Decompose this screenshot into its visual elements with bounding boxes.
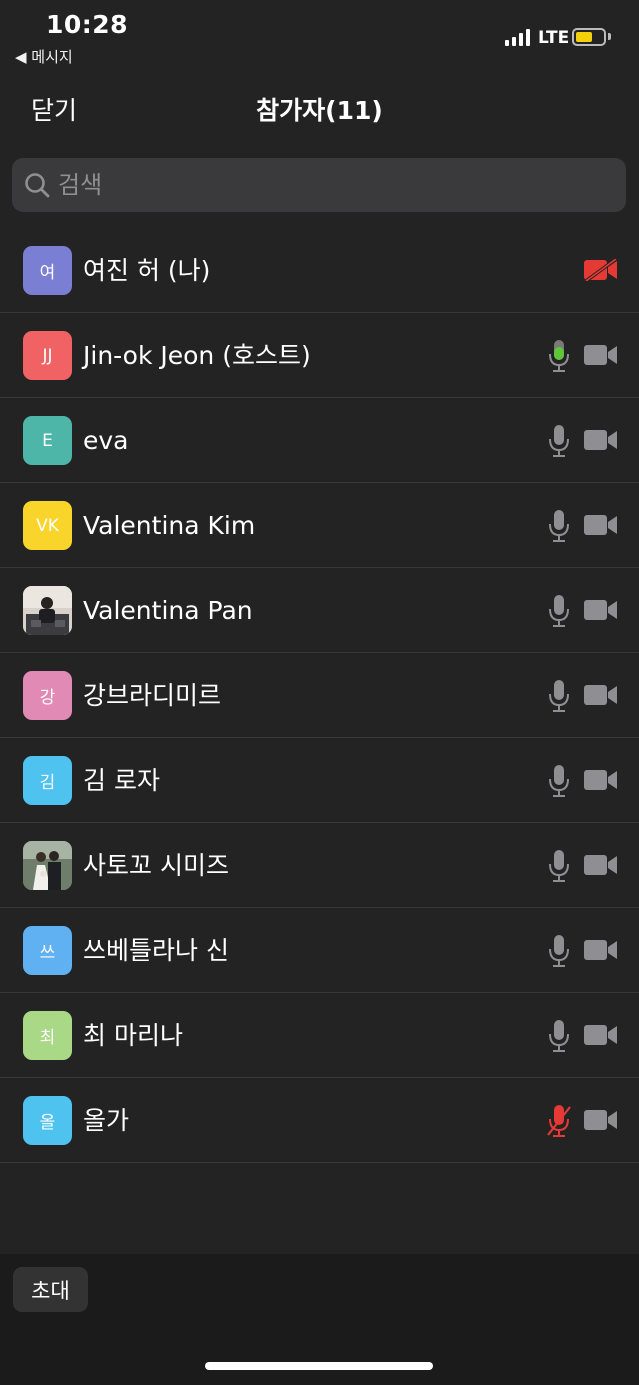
battery-level — [576, 32, 592, 42]
participant-name: Jin-ok Jeon (호스트) — [83, 341, 311, 370]
signal-icon — [505, 29, 530, 46]
participant-row[interactable]: 최 최 마리나 — [0, 993, 639, 1078]
avatar: E — [23, 416, 72, 465]
video-off-icon[interactable] — [584, 257, 618, 283]
status-bar: 10:28 ◀ 메시지 LTE — [0, 0, 639, 70]
participant-row[interactable]: JJ Jin-ok Jeon (호스트) — [0, 313, 639, 398]
participant-name: 최 마리나 — [83, 1021, 183, 1050]
participant-row[interactable]: 쓰 쓰베틀라나 신 — [0, 908, 639, 993]
participant-row[interactable]: Valentina Pan — [0, 568, 639, 653]
page-title: 참가자(11) — [256, 96, 383, 125]
home-indicator — [205, 1362, 433, 1370]
bottom-bar: 초대 — [0, 1254, 639, 1385]
microphone-icon[interactable] — [547, 424, 571, 458]
video-camera-icon[interactable] — [584, 684, 618, 706]
participant-name: 사토꼬 시미즈 — [83, 851, 229, 880]
search-bar[interactable] — [12, 158, 626, 212]
participant-name: 김 로자 — [83, 766, 160, 795]
status-time: 10:28 — [46, 10, 129, 39]
video-camera-icon[interactable] — [584, 1024, 618, 1046]
avatar — [23, 586, 72, 635]
back-to-messages-link[interactable]: ◀ 메시지 — [15, 46, 73, 67]
microphone-icon[interactable] — [547, 1019, 571, 1053]
participant-row[interactable]: VK Valentina Kim — [0, 483, 639, 568]
video-camera-icon[interactable] — [584, 854, 618, 876]
participant-name: 올가 — [83, 1106, 130, 1135]
microphone-icon[interactable] — [547, 934, 571, 968]
participant-name: Valentina Pan — [83, 596, 253, 625]
video-camera-icon[interactable] — [584, 599, 618, 621]
mic-muted-icon[interactable] — [547, 1104, 571, 1138]
avatar: VK — [23, 501, 72, 550]
participant-row[interactable]: 강 강브라디미르 — [0, 653, 639, 738]
avatar: 김 — [23, 756, 72, 805]
video-camera-icon[interactable] — [584, 939, 618, 961]
video-camera-icon[interactable] — [584, 1109, 618, 1131]
participant-name: 강브라디미르 — [83, 681, 222, 710]
participant-name: eva — [83, 426, 129, 455]
participant-row[interactable]: 올 올가 — [0, 1078, 639, 1163]
microphone-icon[interactable] — [547, 679, 571, 713]
invite-button[interactable]: 초대 — [13, 1267, 88, 1312]
video-camera-icon[interactable] — [584, 344, 618, 366]
battery-icon — [572, 28, 606, 46]
battery-tip — [608, 33, 611, 40]
microphone-icon[interactable] — [547, 594, 571, 628]
participant-name: 쓰베틀라나 신 — [83, 936, 229, 965]
avatar: 최 — [23, 1011, 72, 1060]
avatar: JJ — [23, 331, 72, 380]
participant-name: Valentina Kim — [83, 511, 256, 540]
search-icon — [25, 173, 50, 198]
avatar — [23, 841, 72, 890]
avatar: 강 — [23, 671, 72, 720]
video-camera-icon[interactable] — [584, 514, 618, 536]
participant-row[interactable]: 김 김 로자 — [0, 738, 639, 823]
video-camera-icon[interactable] — [584, 429, 618, 451]
avatar: 여 — [23, 246, 72, 295]
microphone-icon[interactable] — [547, 509, 571, 543]
participant-name: 여진 허 (나) — [83, 256, 211, 285]
participant-row[interactable]: 사토꼬 시미즈 — [0, 823, 639, 908]
microphone-icon[interactable] — [547, 339, 571, 373]
participant-list: 여 여진 허 (나) JJ Jin-ok Jeon (호스트) Eeva VK Valent… — [0, 228, 639, 1163]
avatar: 쓰 — [23, 926, 72, 975]
network-type: LTE — [538, 28, 570, 48]
microphone-icon[interactable] — [547, 764, 571, 798]
participant-row[interactable]: 여 여진 허 (나) — [0, 228, 639, 313]
microphone-icon[interactable] — [547, 849, 571, 883]
video-camera-icon[interactable] — [584, 769, 618, 791]
participant-row[interactable]: Eeva — [0, 398, 639, 483]
avatar: 올 — [23, 1096, 72, 1145]
search-input[interactable] — [58, 158, 598, 212]
